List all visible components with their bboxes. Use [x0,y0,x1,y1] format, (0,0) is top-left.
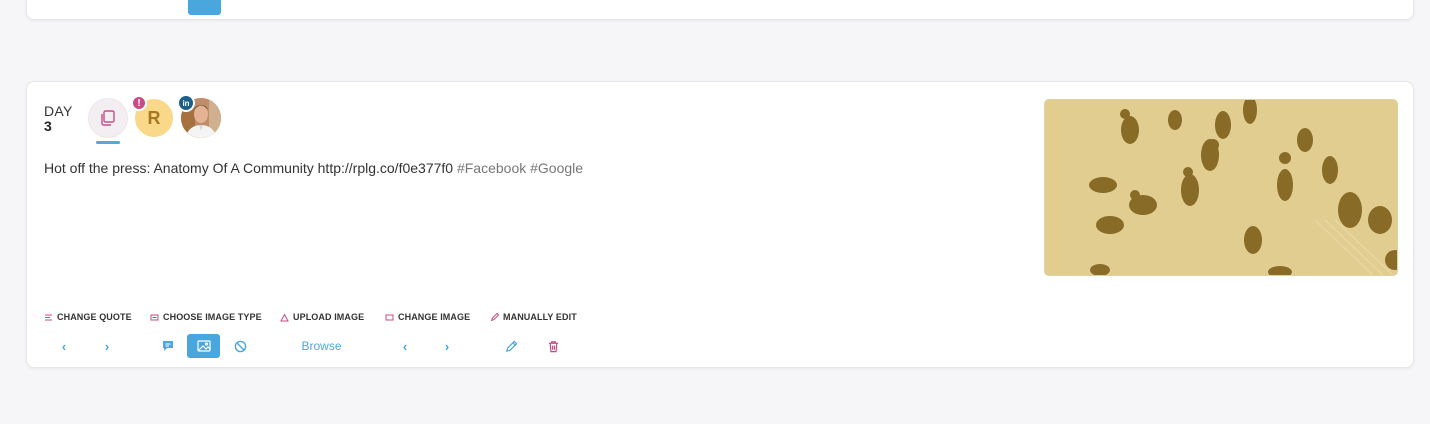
change-image-text: CHANGE IMAGE [398,312,471,322]
manually-edit-text: MANUALLY EDIT [503,312,577,322]
image-next-button[interactable]: › [439,336,455,356]
alert-badge: ! [131,95,147,111]
image-type-icon [150,314,159,320]
change-quote-label: CHANGE QUOTE [44,312,132,322]
image-type-active-button-partial[interactable] [188,0,221,15]
choose-image-type-text: CHOOSE IMAGE TYPE [163,312,262,322]
ban-icon[interactable] [231,336,249,356]
day-label: DAY [44,103,73,119]
upload-image-label: UPLOAD IMAGE [280,312,364,322]
post-image [1044,99,1398,276]
pencil-icon [505,340,517,352]
browse-button[interactable]: Browse [289,336,354,356]
previous-post-card [26,0,1414,20]
manually-edit-label: MANUALLY EDIT [490,312,577,322]
change-quote-text: CHANGE QUOTE [57,312,132,322]
quote-next-button[interactable]: › [99,336,115,356]
image-icon [196,340,211,352]
avatar-initial: R [147,107,161,128]
image-type-photo-button[interactable] [187,334,220,358]
day-indicator: DAY 3 [44,104,73,133]
post-text-main: Hot off the press: Anatomy Of A Communit… [44,160,454,176]
pencil-icon [490,312,499,321]
change-image-icon [385,314,394,320]
day-number: 3 [44,118,52,134]
change-image-label: CHANGE IMAGE [385,312,470,322]
trash-icon[interactable] [544,336,562,356]
choose-image-type-label: CHOOSE IMAGE TYPE [150,312,262,322]
quote-prev-button[interactable]: ‹ [56,336,72,356]
selected-indicator [96,141,120,144]
post-hashtags: #Facebook #Google [456,160,584,176]
speech-bubble-icon[interactable] [159,336,177,356]
image-prev-button[interactable]: ‹ [397,336,413,356]
quote-lines-icon [45,314,52,320]
copy-icon[interactable] [88,98,128,138]
upload-image-text: UPLOAD IMAGE [293,312,365,322]
upload-icon [280,312,289,321]
post-card: DAY 3 R ! in Hot off the press: Anatomy … [26,81,1414,368]
linkedin-badge: in [177,94,195,112]
post-text[interactable]: Hot off the press: Anatomy Of A Communit… [44,160,583,176]
edit-button[interactable] [502,336,520,356]
